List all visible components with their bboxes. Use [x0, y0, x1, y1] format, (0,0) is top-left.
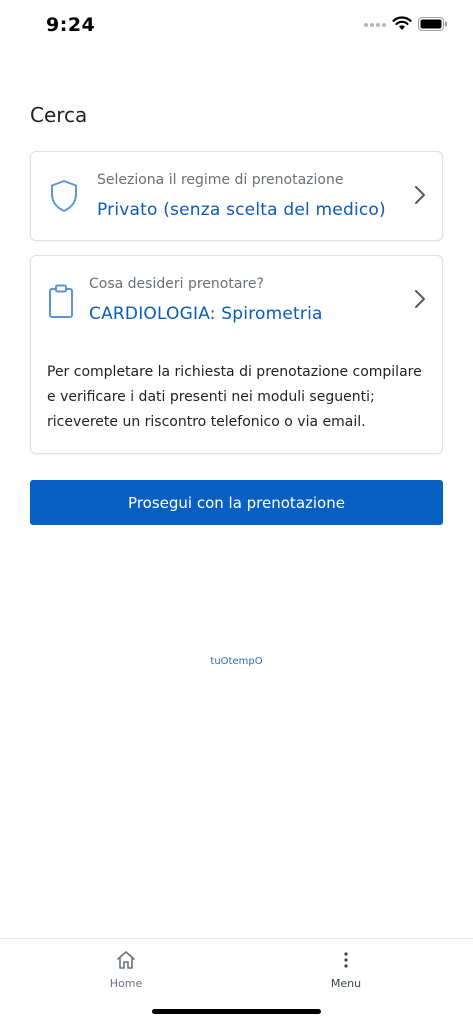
proceed-booking-button[interactable]: Prosegui con la prenotazione — [30, 480, 443, 525]
status-time: 9:24 — [46, 14, 96, 36]
home-icon — [117, 951, 135, 969]
tab-home[interactable]: Home — [76, 949, 176, 990]
page-title: Cerca — [30, 103, 88, 127]
booking-info-text: Per completare la richiesta di prenotazi… — [47, 364, 422, 430]
brand-logo-text: tuOtempO — [210, 656, 263, 667]
home-indicator — [152, 1009, 321, 1014]
service-selector-row[interactable]: Cosa desideri prenotare? CARDIOLOGIA: Sp… — [31, 256, 442, 346]
tab-menu-label: Menu — [330, 977, 362, 990]
regime-selector-card[interactable]: Seleziona il regime di prenotazione Priv… — [30, 151, 443, 241]
status-bar: 9:24 — [0, 0, 473, 50]
regime-label: Seleziona il regime di prenotazione — [97, 172, 344, 188]
shield-icon — [51, 180, 77, 212]
chevron-right-icon — [415, 290, 425, 308]
tab-home-label: Home — [109, 977, 143, 990]
service-selector-card: Cosa desideri prenotare? CARDIOLOGIA: Sp… — [30, 255, 443, 454]
wifi-icon — [392, 16, 412, 30]
service-label: Cosa desideri prenotare? — [89, 276, 264, 292]
signal-dots-icon — [364, 23, 386, 27]
service-value: CARDIOLOGIA: Spirometria — [89, 304, 323, 324]
tab-menu[interactable]: Menu — [296, 949, 396, 990]
clipboard-icon — [49, 284, 73, 318]
regime-value: Privato (senza scelta del medico) — [97, 200, 386, 220]
more-vertical-icon — [344, 952, 348, 968]
screen: 9:24 Cerca Seleziona il regime di prenot… — [0, 0, 473, 1024]
battery-icon — [418, 17, 447, 31]
chevron-right-icon — [415, 186, 425, 204]
